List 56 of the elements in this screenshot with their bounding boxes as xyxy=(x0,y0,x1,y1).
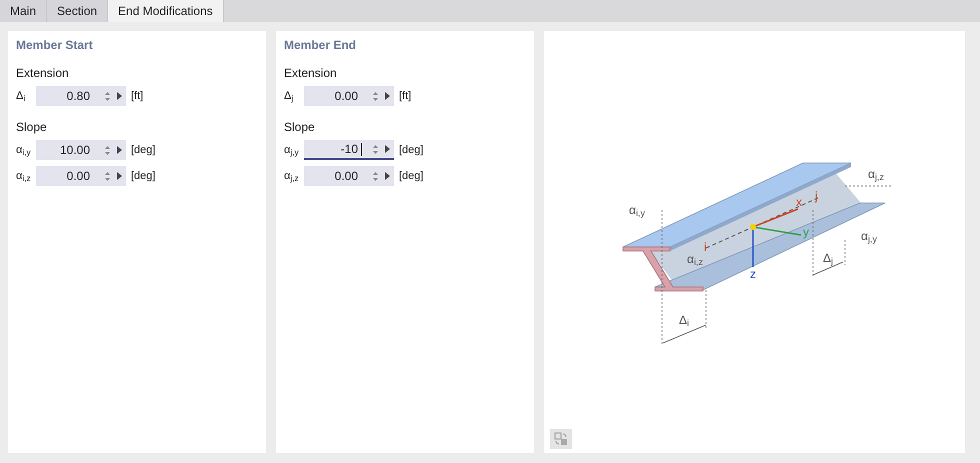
unit-label: [deg] xyxy=(131,142,156,158)
panel-title: Member End xyxy=(284,37,358,54)
diagram-label: j xyxy=(815,190,818,202)
sync-icon[interactable] xyxy=(550,429,572,449)
field-value: 10.00 xyxy=(58,142,91,159)
number-field[interactable]: 0.00 xyxy=(304,86,394,106)
number-field[interactable]: 0.00 xyxy=(304,166,394,186)
group-title: Extension xyxy=(284,65,338,82)
unit-label: [deg] xyxy=(399,168,424,184)
text-cursor-icon xyxy=(361,142,362,156)
diagram-label: α$_{j,z}$ xyxy=(868,168,884,180)
field-value: 0.00 xyxy=(334,88,359,105)
spinner-icon[interactable] xyxy=(104,144,111,156)
diagram-label: x xyxy=(796,196,802,208)
number-field[interactable]: 10.00 xyxy=(36,140,126,160)
field-value: -10 xyxy=(340,141,359,158)
play-icon[interactable] xyxy=(117,146,122,154)
field-label: Δ$_{i}$ xyxy=(16,88,26,104)
spinner-icon[interactable] xyxy=(372,144,379,154)
field-label: α$_{i,y}$ xyxy=(16,142,32,158)
panel-title: Member Start xyxy=(16,37,94,54)
number-field[interactable]: 0.00 xyxy=(36,166,126,186)
spinner-icon[interactable] xyxy=(372,170,379,182)
field-label: α$_{j,z}$ xyxy=(284,168,300,184)
diagram-label: α$_{i,y}$ xyxy=(629,204,645,216)
field-label: α$_{j,y}$ xyxy=(284,142,300,158)
diagram-label: α$_{j,y}$ xyxy=(861,230,877,242)
play-icon[interactable] xyxy=(385,172,390,180)
group-title: Slope xyxy=(16,119,48,136)
spinner-icon[interactable] xyxy=(372,90,379,102)
unit-label: [deg] xyxy=(399,142,424,158)
field-value: 0.80 xyxy=(66,88,91,105)
diagram-label: α$_{i,z}$ xyxy=(687,253,703,265)
diagram-label: i xyxy=(704,241,707,253)
field-value: 0.00 xyxy=(66,168,91,185)
group-title: Extension xyxy=(16,65,70,82)
unit-label: [deg] xyxy=(131,168,156,184)
number-field[interactable]: -10 xyxy=(304,140,394,160)
diagram-label: Δ$_{i}$ xyxy=(679,314,690,326)
diagram-label: z xyxy=(750,268,756,280)
unit-label: [ft] xyxy=(399,88,412,104)
number-field[interactable]: 0.80 xyxy=(36,86,126,106)
unit-label: [ft] xyxy=(131,88,144,104)
spinner-icon[interactable] xyxy=(104,170,111,182)
field-label: α$_{i,z}$ xyxy=(16,168,32,184)
play-icon[interactable] xyxy=(385,92,390,100)
field-label: Δ$_{j}$ xyxy=(284,88,294,104)
group-title: Slope xyxy=(284,119,316,136)
diagram-label: y xyxy=(803,226,809,238)
play-icon[interactable] xyxy=(385,145,390,153)
diagram-label: Δ$_{j}$ xyxy=(823,252,834,264)
play-icon[interactable] xyxy=(117,172,122,180)
field-value: 0.00 xyxy=(334,168,359,185)
tab[interactable]: End Modifications xyxy=(108,0,224,22)
play-icon[interactable] xyxy=(117,92,122,100)
spinner-icon[interactable] xyxy=(104,90,111,102)
